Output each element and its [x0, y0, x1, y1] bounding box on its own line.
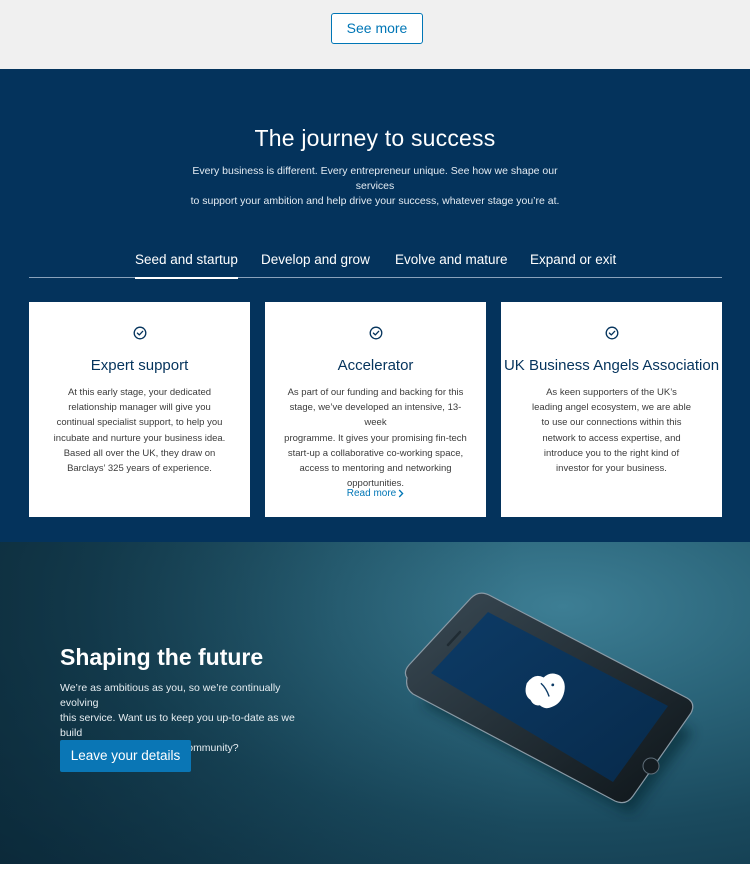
- card-title: Accelerator: [337, 357, 414, 374]
- journey-section: The journey to success Every business is…: [0, 69, 750, 542]
- card-title: Expert support: [90, 357, 189, 374]
- journey-subtitle-line: Every business is different. Every entre…: [192, 165, 558, 192]
- shaping-the-future-hero: Shaping the future We’re as ambitious as…: [0, 542, 750, 864]
- journey-title: The journey to success: [254, 125, 496, 151]
- card-body: As keen supporters of the UK’s leading a…: [517, 385, 706, 476]
- hero-body-line: this service. Want us to keep you up-to-…: [60, 712, 295, 739]
- journey-tabs: Seed and startup Develop and grow Evolve…: [29, 252, 722, 279]
- tab-seed-and-startup[interactable]: Seed and startup: [135, 252, 238, 279]
- leave-your-details-button[interactable]: Leave your details: [60, 740, 191, 772]
- card-body-line: continual specialist support, to help yo…: [56, 417, 223, 429]
- card-body-line: programme. It gives your promising fin-t…: [284, 432, 467, 444]
- card-expert-support: Expert support At this early stage, your…: [29, 302, 250, 517]
- card-body-line: As part of our funding and backing for t…: [287, 387, 464, 398]
- tab-develop-and-grow[interactable]: Develop and grow: [261, 252, 370, 278]
- card-body: As part of our funding and backing for t…: [281, 385, 470, 491]
- card-title: UK Business Angels Association: [503, 357, 720, 374]
- card-body-line: access to mentoring and networking: [299, 463, 452, 475]
- card-body-line: introduce you to the right kind of: [543, 447, 680, 459]
- journey-subtitle: Every business is different. Every entre…: [185, 164, 565, 209]
- card-body-line: stage, we’ve developed an intensive, 13-…: [289, 402, 462, 429]
- check-circle-icon: [369, 326, 382, 340]
- card-body-line: Based all over the UK, they draw on: [63, 447, 216, 459]
- card-body-line: Barclays’ 325 years of experience.: [67, 463, 212, 475]
- hero-title: Shaping the future: [60, 644, 264, 670]
- journey-subtitle-line: to support your ambition and help drive …: [190, 195, 560, 207]
- card-body-line: start-up a collaborative co-working spac…: [287, 447, 464, 459]
- tab-evolve-and-mature[interactable]: Evolve and mature: [395, 252, 508, 278]
- read-more-link[interactable]: Read more: [265, 488, 486, 499]
- card-body-line: relationship manager will give you: [68, 402, 211, 414]
- tab-expand-or-exit[interactable]: Expand or exit: [530, 252, 616, 278]
- card-body-line: network to access expertise, and: [542, 432, 681, 444]
- card-body: At this early stage, your dedicated rela…: [45, 385, 234, 476]
- card-body-line: incubate and nurture your business idea.: [53, 432, 226, 444]
- card-body-line: As keen supporters of the UK’s: [546, 387, 677, 398]
- hero-body-line: We’re as ambitious as you, so we’re cont…: [60, 682, 281, 709]
- card-body-line: to use our connections within this: [541, 417, 682, 429]
- top-band: See more: [0, 0, 750, 69]
- card-body-line: At this early stage, your dedicated: [67, 387, 212, 398]
- check-circle-icon: [605, 326, 618, 340]
- card-body-line: investor for your business.: [556, 463, 667, 475]
- smartphone-image: [404, 592, 694, 814]
- check-circle-icon: [133, 326, 146, 340]
- see-more-button[interactable]: See more: [331, 13, 423, 44]
- card-body-line: leading angel ecosystem, we are able: [532, 402, 691, 414]
- read-more-label: Read more: [346, 488, 397, 499]
- chevron-right-icon: [398, 489, 404, 498]
- bottom-band: [0, 864, 750, 891]
- card-uk-business-angels: UK Business Angels Association As keen s…: [501, 302, 722, 517]
- card-accelerator: Accelerator As part of our funding and b…: [265, 302, 486, 517]
